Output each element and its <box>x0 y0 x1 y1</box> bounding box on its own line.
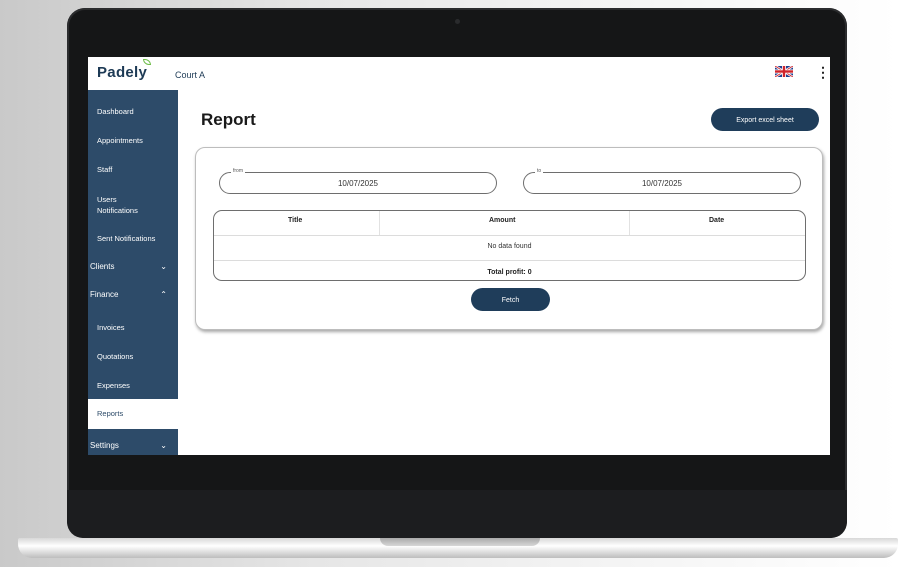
kebab-menu-icon[interactable]: ⋮ <box>816 65 830 79</box>
court-name: Court A <box>175 70 206 80</box>
sidebar-item-appointments[interactable]: Appointments <box>88 136 178 145</box>
laptop-bezel-bottom <box>67 490 847 538</box>
sidebar-item-label: Expenses <box>97 381 130 390</box>
sidebar-item-label: Appointments <box>97 136 143 145</box>
total-profit: Total profit: 0 <box>487 269 532 276</box>
sidebar-item-label: Clients <box>90 262 115 271</box>
sidebar-item-label: Sent Notifications <box>97 234 156 243</box>
page-title: Report <box>201 110 256 129</box>
sidebar-item-label: Dashboard <box>97 107 134 116</box>
camera-icon <box>455 19 460 24</box>
top-bar: Padely Court A ⋮ <box>88 57 830 90</box>
column-header-title[interactable]: Title <box>288 217 302 224</box>
sidebar-item-quotations[interactable]: Quotations <box>88 352 178 361</box>
app-screen: Padely Court A ⋮ Dashboard Appointments … <box>88 57 830 455</box>
sidebar-item-label: Finance <box>90 290 119 299</box>
column-header-date[interactable]: Date <box>709 217 724 224</box>
fetch-button[interactable]: Fetch <box>471 288 550 311</box>
sidebar-item-label: Invoices <box>97 323 125 332</box>
export-excel-button[interactable]: Export excel sheet <box>711 108 819 131</box>
sidebar-item-users-notifications[interactable]: Users Notifications <box>88 194 178 216</box>
sidebar-item-expenses[interactable]: Expenses <box>88 381 178 390</box>
chevron-down-icon: ⌄ <box>160 441 167 450</box>
from-label: from <box>231 168 245 174</box>
column-divider <box>629 211 630 236</box>
sidebar-item-clients[interactable]: Clients ⌄ <box>88 262 178 271</box>
sidebar: Dashboard Appointments Staff Users Notif… <box>88 90 178 455</box>
column-divider <box>379 211 380 236</box>
table-divider <box>214 235 805 236</box>
to-date-field[interactable]: 10/07/2025 <box>523 172 801 194</box>
app-logo[interactable]: Padely <box>97 64 147 81</box>
sidebar-item-label: Quotations <box>97 352 134 361</box>
chevron-up-icon: ⌃ <box>160 290 167 299</box>
sidebar-item-reports[interactable]: Reports <box>88 399 178 429</box>
sidebar-item-label: Users <box>97 195 117 204</box>
uk-flag-icon[interactable] <box>775 66 793 77</box>
sidebar-item-label: Reports <box>97 409 124 418</box>
laptop-notch <box>380 538 540 546</box>
to-label: to <box>535 168 544 174</box>
sidebar-item-dashboard[interactable]: Dashboard <box>88 107 178 116</box>
from-date-field[interactable]: 10/07/2025 <box>219 172 497 194</box>
sidebar-item-label: Notifications <box>97 206 138 215</box>
empty-state-text: No data found <box>487 243 532 250</box>
chevron-down-icon: ⌄ <box>160 262 167 271</box>
sidebar-item-sent-notifications[interactable]: Sent Notifications <box>88 234 178 243</box>
sidebar-item-finance[interactable]: Finance ⌃ <box>88 290 178 299</box>
sidebar-item-label: Staff <box>97 165 113 174</box>
column-header-amount[interactable]: Amount <box>489 217 515 224</box>
table-divider <box>214 260 805 261</box>
sidebar-item-staff[interactable]: Staff <box>88 165 178 174</box>
sidebar-item-settings[interactable]: Settings ⌄ <box>88 441 178 450</box>
sidebar-item-invoices[interactable]: Invoices <box>88 323 178 332</box>
sidebar-item-label: Settings <box>90 441 119 450</box>
